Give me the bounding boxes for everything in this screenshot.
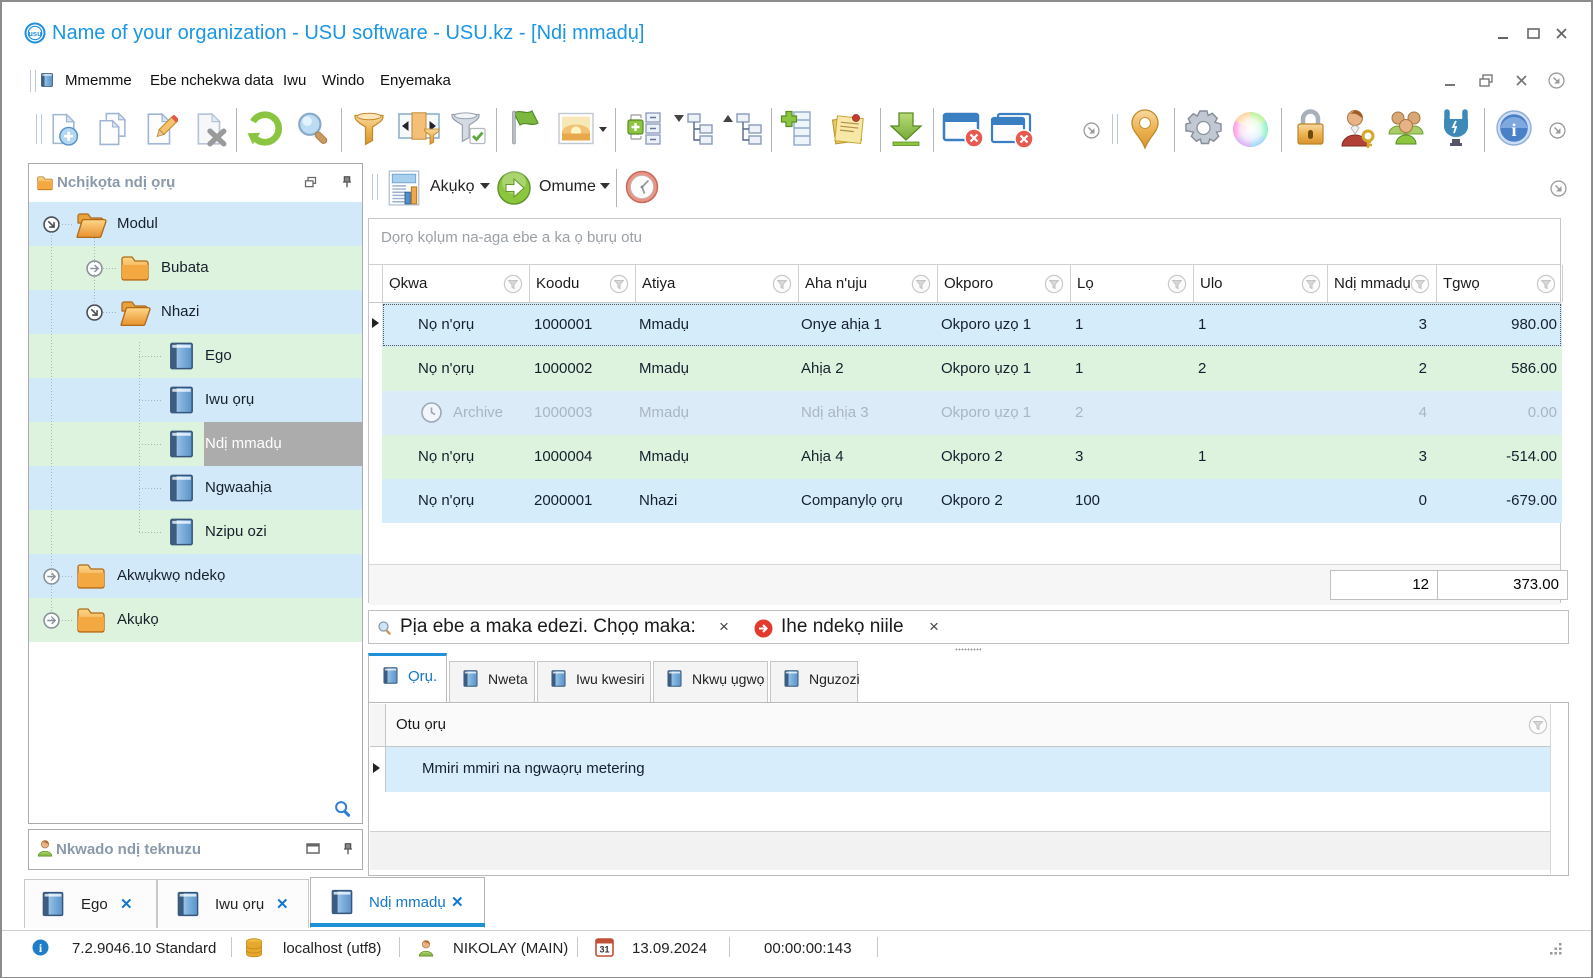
svg-text:31: 31 [599,945,609,955]
svg-text:i: i [1511,120,1516,140]
svg-text:usu: usu [28,29,42,38]
